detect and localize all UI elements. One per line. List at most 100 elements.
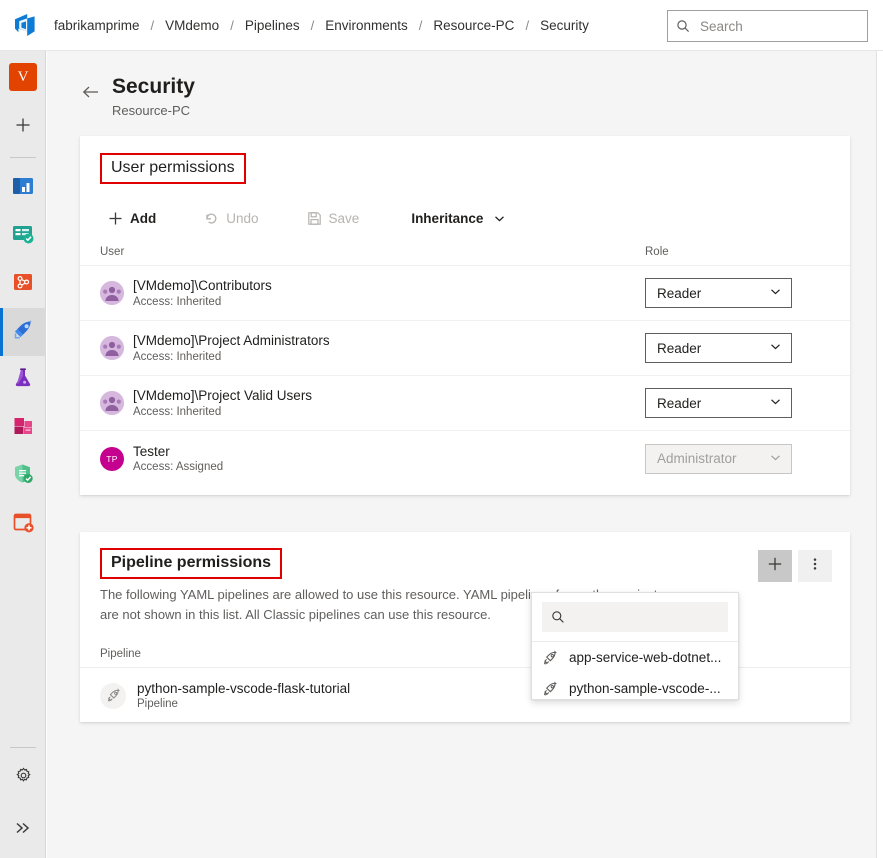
table-row[interactable]: TP Tester Access: Assigned Administrator xyxy=(80,431,850,486)
flyout-item-app-service-web-dotnet[interactable]: app-service-web-dotnet... xyxy=(532,642,738,673)
boards-icon xyxy=(10,221,36,252)
breadcrumb-item-pipelines[interactable]: Pipelines xyxy=(243,18,302,33)
breadcrumb-item-organization[interactable]: fabrikamprime xyxy=(52,18,142,33)
user-access: Access: Inherited xyxy=(133,405,222,418)
avatar-initials: TP xyxy=(106,453,118,464)
sidebar-item-artifacts[interactable] xyxy=(0,404,46,452)
table-row[interactable]: [VMdemo]\Project Administrators Access: … xyxy=(80,321,850,376)
flask-icon xyxy=(10,365,36,396)
back-arrow-icon[interactable] xyxy=(80,81,102,103)
shield-check-icon xyxy=(10,461,36,492)
plus-icon xyxy=(767,556,783,577)
table-row[interactable]: [VMdemo]\Project Valid Users Access: Inh… xyxy=(80,376,850,431)
top-header: fabrikamprime / VMdemo / Pipelines / Env… xyxy=(0,0,883,51)
breadcrumb-separator: / xyxy=(310,17,315,33)
sidebar-item-boards[interactable] xyxy=(0,212,46,260)
more-options-button[interactable] xyxy=(798,550,832,582)
page-subtitle: Resource-PC xyxy=(112,103,191,119)
role-dropdown[interactable]: Reader xyxy=(645,388,792,418)
breadcrumb-item-environments[interactable]: Environments xyxy=(323,18,410,33)
sidebar-item-overview[interactable] xyxy=(0,164,46,212)
artifacts-icon xyxy=(10,413,36,444)
chevron-down-icon xyxy=(769,395,782,411)
user-name: [VMdemo]\Project Administrators xyxy=(133,333,330,349)
breadcrumb-separator: / xyxy=(150,17,155,33)
role-dropdown: Administrator xyxy=(645,443,792,474)
user-table-header: User Role xyxy=(80,238,850,266)
sidebar-item-organization[interactable]: V xyxy=(0,51,46,103)
pipeline-name: python-sample-vscode-flask-tutorial xyxy=(137,680,351,696)
save-icon xyxy=(307,211,322,226)
plus-icon xyxy=(14,116,32,139)
search-icon xyxy=(676,19,690,33)
plus-icon xyxy=(108,211,123,226)
add-button-label: Add xyxy=(130,210,157,226)
avatar: TP xyxy=(100,446,124,471)
pipeline-search-box[interactable] xyxy=(542,602,728,632)
column-header-pipeline: Pipeline xyxy=(100,647,141,660)
user-access: Access: Assigned xyxy=(133,461,224,474)
chevron-down-icon xyxy=(769,451,782,467)
rocket-icon xyxy=(542,680,558,697)
add-button[interactable]: Add xyxy=(100,202,164,234)
sidebar-item-add-extension[interactable] xyxy=(0,500,46,548)
sidebar-item-repos[interactable] xyxy=(0,260,46,308)
sidebar-item-advanced-security[interactable] xyxy=(0,452,46,500)
breadcrumb-separator: / xyxy=(525,17,530,33)
sidebar-item-project-settings[interactable] xyxy=(0,754,46,802)
inheritance-label: Inheritance xyxy=(411,210,484,226)
organization-avatar: V xyxy=(9,63,37,91)
flyout-item-python-sample-vscode[interactable]: python-sample-vscode-... xyxy=(532,673,738,704)
user-access: Access: Inherited xyxy=(133,295,222,308)
user-access: Access: Inherited xyxy=(133,350,222,363)
sidebar-item-new[interactable] xyxy=(0,103,46,151)
search-icon xyxy=(551,610,565,624)
role-dropdown[interactable]: Reader xyxy=(645,278,792,308)
role-value: Reader xyxy=(657,340,702,356)
save-button[interactable]: Save xyxy=(299,202,368,234)
breadcrumb-item-security[interactable]: Security xyxy=(538,18,591,33)
add-pipeline-button[interactable] xyxy=(758,550,792,582)
user-permissions-toolbar: Add Undo Save Inheritance xyxy=(80,198,850,238)
rocket-icon xyxy=(10,317,36,348)
pipeline-search-input[interactable] xyxy=(573,608,719,626)
azure-devops-logo[interactable] xyxy=(0,0,52,51)
user-name: [VMdemo]\Project Valid Users xyxy=(133,388,313,404)
rocket-icon xyxy=(542,649,558,666)
pipeline-picker-flyout: app-service-web-dotnet... python-sample-… xyxy=(531,592,739,700)
undo-button-label: Undo xyxy=(226,210,259,226)
flyout-item-label: app-service-web-dotnet... xyxy=(569,650,722,665)
breadcrumb-item-resource[interactable]: Resource-PC xyxy=(431,18,516,33)
sidebar-item-pipelines[interactable] xyxy=(0,308,46,356)
user-name: Tester xyxy=(133,443,170,459)
search-input[interactable] xyxy=(698,17,859,35)
main-content: Security Resource-PC User permissions Ad… xyxy=(47,51,876,858)
rocket-icon xyxy=(100,682,126,709)
group-avatar xyxy=(100,391,124,415)
left-rail: V xyxy=(0,51,46,858)
breadcrumb-separator: / xyxy=(418,17,423,33)
breadcrumb-separator: / xyxy=(230,17,234,33)
double-chevron-right-icon xyxy=(14,821,32,840)
undo-icon xyxy=(204,211,219,226)
global-search[interactable] xyxy=(667,10,868,42)
column-header-role: Role xyxy=(645,245,669,258)
chevron-down-icon xyxy=(493,212,506,225)
table-row[interactable]: [VMdemo]\Contributors Access: Inherited … xyxy=(80,266,850,321)
repos-icon xyxy=(10,269,36,300)
overview-icon xyxy=(10,173,36,204)
undo-button[interactable]: Undo xyxy=(196,202,266,234)
user-permissions-card: User permissions Add Undo Save Inheritan… xyxy=(80,136,850,495)
sidebar-divider xyxy=(9,157,36,158)
sidebar-item-test-plans[interactable] xyxy=(0,356,46,404)
chevron-down-icon xyxy=(769,340,782,356)
sidebar-divider-bottom xyxy=(10,747,36,748)
role-value: Reader xyxy=(657,285,702,301)
role-value: Reader xyxy=(657,395,702,411)
expand-sidebar-button[interactable] xyxy=(0,802,46,858)
user-name: [VMdemo]\Contributors xyxy=(133,278,272,294)
inheritance-dropdown[interactable]: Inheritance xyxy=(403,202,514,234)
role-dropdown[interactable]: Reader xyxy=(645,333,792,363)
gear-icon xyxy=(15,767,32,789)
breadcrumb-item-project[interactable]: VMdemo xyxy=(163,18,221,33)
